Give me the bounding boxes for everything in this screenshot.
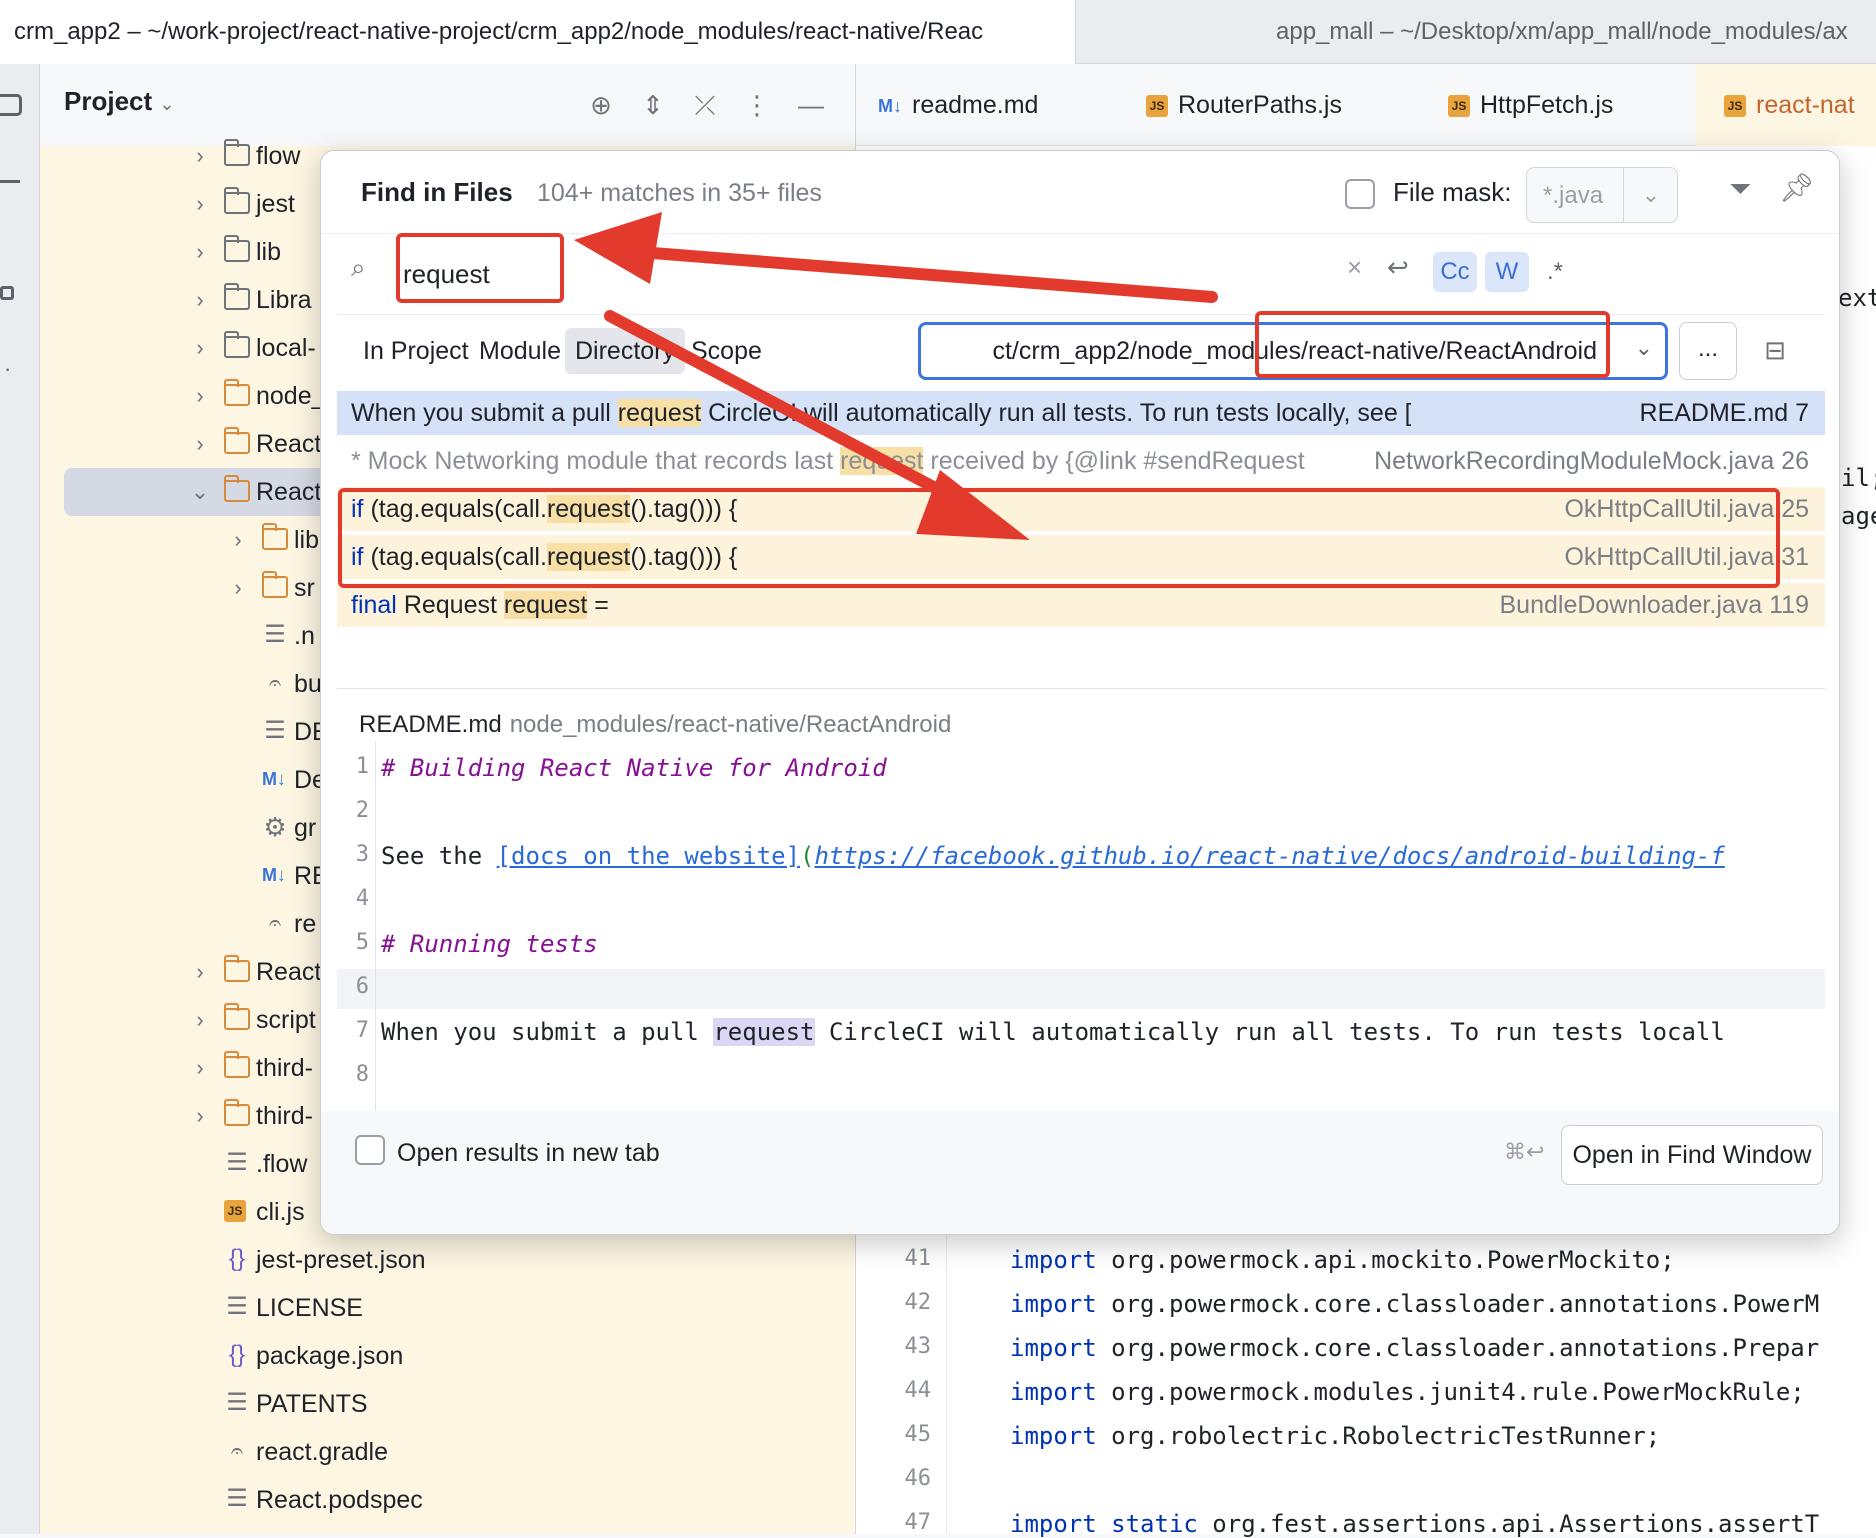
- annotation-arrows: [574, 212, 1218, 540]
- annotation-arrow-to-results: [604, 310, 1030, 540]
- annotation-arrow-to-query: [574, 212, 1218, 303]
